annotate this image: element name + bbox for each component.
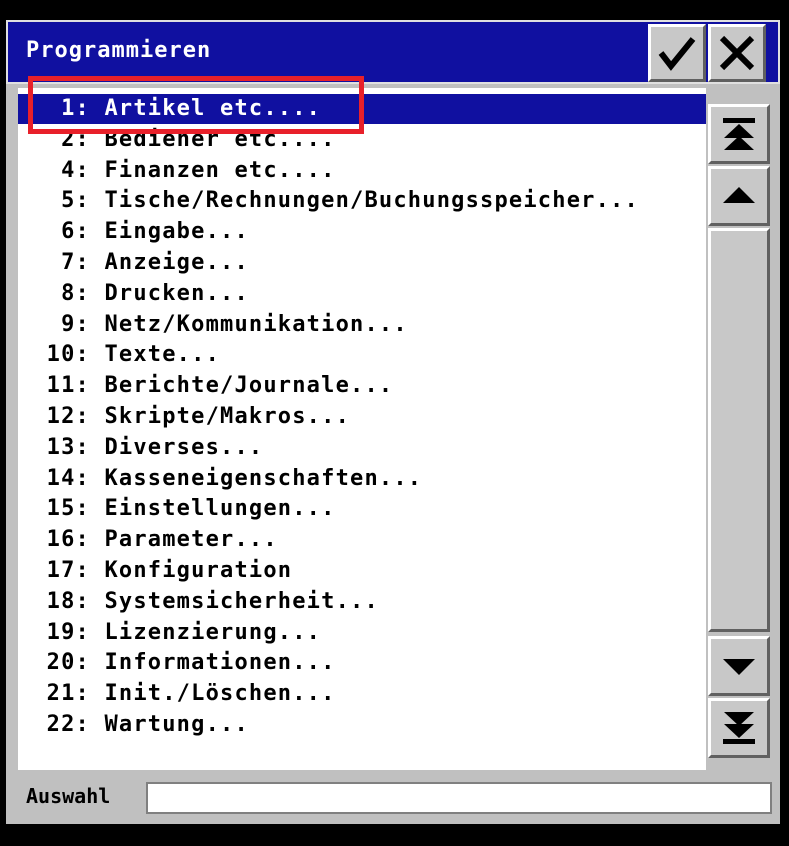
menu-item[interactable]: 18: Systemsicherheit... bbox=[18, 587, 706, 617]
cancel-button[interactable] bbox=[708, 24, 766, 82]
menu-item-number: 13: bbox=[46, 434, 90, 460]
menu-item[interactable]: 12: Skripte/Makros... bbox=[18, 402, 706, 432]
menu-item-number: 18: bbox=[46, 588, 90, 614]
menu-item-label: Skripte/Makros... bbox=[104, 404, 351, 429]
menu-item[interactable]: 14: Kasseneigenschaften... bbox=[18, 464, 706, 494]
menu-item-number: 6: bbox=[61, 219, 90, 245]
menu-item-label: Konfiguration bbox=[104, 558, 293, 583]
menu-item[interactable]: 20: Informationen... bbox=[18, 648, 706, 678]
menu-item-label: Anzeige... bbox=[104, 250, 249, 275]
menu-item[interactable]: 9: Netz/Kommunikation... bbox=[18, 310, 706, 340]
menu-item-number: 1: bbox=[61, 96, 90, 121]
scroll-track[interactable] bbox=[708, 228, 770, 632]
scroll-top-button[interactable] bbox=[708, 104, 770, 164]
menu-item-label: Informationen... bbox=[104, 650, 336, 676]
menu-item-number: 21: bbox=[46, 681, 90, 707]
menu-item-number: 22: bbox=[46, 712, 90, 737]
selection-input[interactable] bbox=[146, 782, 772, 814]
menu-item[interactable]: 17: Konfiguration bbox=[18, 556, 706, 586]
checkmark-icon bbox=[658, 37, 696, 71]
menu-item-label: Wartung... bbox=[104, 712, 249, 737]
menu-item-label: Artikel etc.... bbox=[104, 96, 322, 121]
menu-item-number: 8: bbox=[61, 280, 90, 306]
scroll-bottom-icon bbox=[723, 712, 755, 744]
menu-item-label: Bediener etc.... bbox=[104, 126, 336, 152]
menu-item[interactable]: 4: Finanzen etc.... bbox=[18, 156, 706, 186]
menu-item-label: Einstellungen... bbox=[104, 496, 336, 522]
menu-item-number: 5: bbox=[61, 188, 90, 214]
close-icon bbox=[719, 35, 755, 71]
menu-list[interactable]: 1: Artikel etc.... 2: Bediener etc.... 4: … bbox=[18, 88, 706, 770]
menu-item[interactable]: 13: Diverses... bbox=[18, 433, 706, 463]
menu-item[interactable]: 11: Berichte/Journale... bbox=[18, 371, 706, 401]
menu-item-label: Texte... bbox=[104, 342, 221, 368]
menu-item-label: Drucken... bbox=[104, 280, 249, 306]
menu-item-number: 7: bbox=[61, 250, 90, 275]
menu-item[interactable]: 7: Anzeige... bbox=[18, 248, 706, 278]
menu-item-number: 16: bbox=[46, 527, 90, 553]
menu-item[interactable]: 5: Tische/Rechnungen/Buchungsspeicher... bbox=[18, 186, 706, 216]
menu-item-label: Systemsicherheit... bbox=[104, 588, 379, 614]
menu-item[interactable]: 16: Parameter... bbox=[18, 525, 706, 555]
menu-item-number: 2: bbox=[61, 126, 90, 152]
menu-item[interactable]: 21: Init./Löschen... bbox=[18, 679, 706, 709]
scroll-up-icon bbox=[723, 187, 755, 203]
menu-item-number: 12: bbox=[46, 404, 90, 429]
menu-item-number: 17: bbox=[46, 558, 90, 583]
menu-item-label: Init./Löschen... bbox=[104, 681, 336, 707]
scrollbar[interactable] bbox=[706, 92, 774, 774]
menu-item-label: Finanzen etc.... bbox=[104, 157, 336, 183]
menu-item[interactable]: 22: Wartung... bbox=[18, 710, 706, 740]
menu-item-label: Parameter... bbox=[104, 527, 278, 553]
menu-item[interactable]: 1: Artikel etc.... bbox=[18, 94, 358, 124]
menu-item-number: 14: bbox=[46, 465, 90, 491]
menu-item-number: 10: bbox=[46, 342, 90, 368]
menu-item-number: 4: bbox=[61, 157, 90, 183]
menu-item-number: 9: bbox=[61, 311, 90, 337]
scroll-down-icon bbox=[723, 659, 755, 675]
menu-item-label: Kasseneigenschaften... bbox=[104, 465, 423, 491]
menu-item[interactable]: 15: Einstellungen... bbox=[18, 494, 706, 524]
menu-item-label: Diverses... bbox=[104, 434, 264, 460]
menu-item[interactable]: 19: Lizenzierung... bbox=[18, 618, 706, 648]
menu-item-label: Berichte/Journale... bbox=[104, 373, 394, 399]
menu-item-number: 11: bbox=[46, 373, 90, 399]
menu-item[interactable]: 6: Eingabe... bbox=[18, 217, 706, 247]
menu-item-label: Eingabe... bbox=[104, 219, 249, 245]
menu-item[interactable]: 8: Drucken... bbox=[18, 279, 706, 309]
menu-item-label: Netz/Kommunikation... bbox=[104, 311, 408, 337]
window-title: Programmieren bbox=[26, 38, 212, 63]
menu-item-label: Tische/Rechnungen/Buchungsspeicher... bbox=[104, 188, 639, 214]
menu-item[interactable]: 10: Texte... bbox=[18, 340, 706, 370]
scroll-up-button[interactable] bbox=[708, 166, 770, 226]
scroll-top-icon bbox=[723, 118, 755, 150]
menu-item-number: 19: bbox=[46, 619, 90, 645]
menu-item[interactable]: 2: Bediener etc.... bbox=[18, 125, 706, 155]
menu-item-label: Lizenzierung... bbox=[104, 619, 322, 645]
ok-button[interactable] bbox=[648, 24, 706, 82]
menu-item-number: 15: bbox=[46, 496, 90, 522]
input-label: Auswahl bbox=[26, 784, 111, 808]
menu-item-number: 20: bbox=[46, 650, 90, 676]
input-row: Auswahl bbox=[18, 778, 778, 818]
scroll-bottom-button[interactable] bbox=[708, 698, 770, 758]
scroll-down-button[interactable] bbox=[708, 636, 770, 696]
